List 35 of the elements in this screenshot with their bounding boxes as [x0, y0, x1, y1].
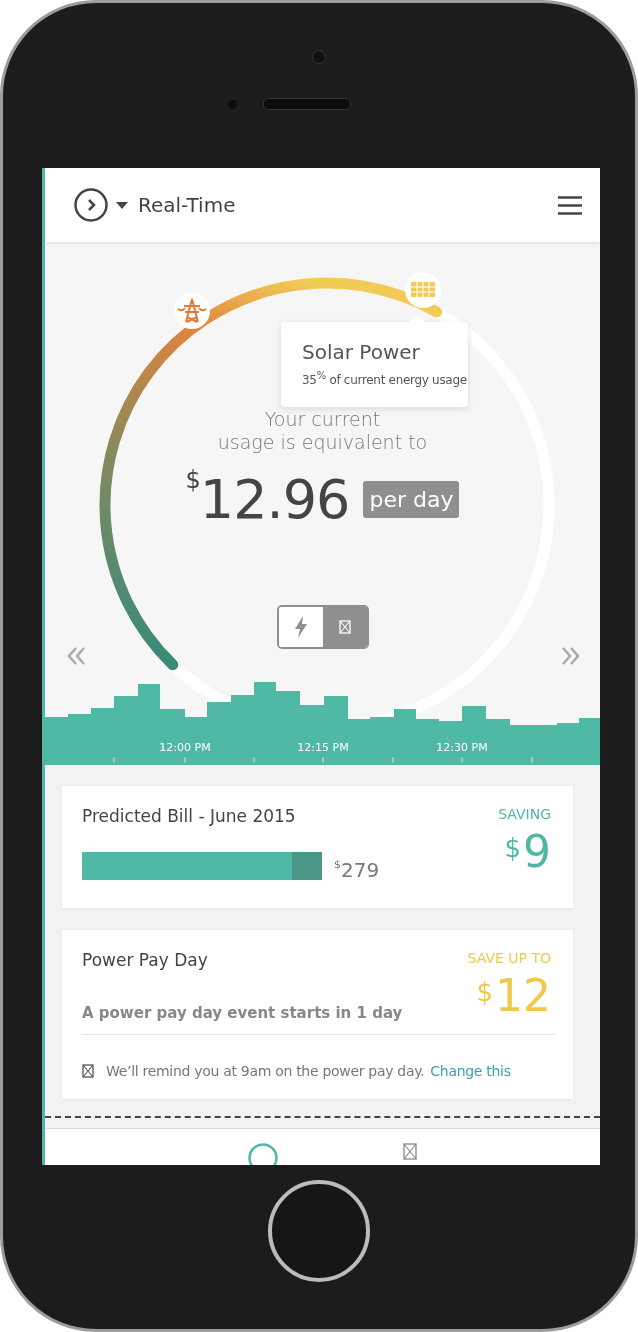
lightning-icon — [294, 616, 307, 638]
change-link[interactable]: Change this — [430, 1063, 511, 1079]
home-button[interactable] — [267, 1179, 371, 1283]
circle-nav-icon[interactable] — [247, 1143, 278, 1165]
card-title: Power Pay Day — [82, 950, 208, 970]
menu-icon[interactable] — [558, 195, 582, 215]
next-icon[interactable] — [561, 647, 580, 665]
screen-title: Real-Time — [138, 193, 237, 217]
mode-option[interactable] — [322, 607, 367, 647]
tooltip-title: Solar Power — [302, 340, 421, 364]
period-label: per day — [363, 481, 460, 518]
time-label: 12:30 PM — [436, 741, 488, 754]
usage-amount: $^{$}$12.96 — [185, 468, 350, 531]
time-label: 12:15 PM — [297, 741, 349, 754]
crossed-box-icon — [338, 620, 351, 634]
card-title: Predicted Bill - June 2015 — [82, 806, 296, 826]
chevron-circle-icon[interactable] — [74, 188, 108, 222]
save-label: SAVE UP TO — [467, 950, 551, 966]
event-description: A power pay day event starts in 1 day — [82, 1004, 404, 1022]
crossed-box-icon[interactable] — [403, 1143, 418, 1160]
time-label: 12:00 PM — [159, 741, 211, 754]
tooltip-text: 35$^{%}$ of current energy usage — [302, 370, 468, 387]
caret-icon[interactable] — [116, 201, 128, 209]
mode-option[interactable] — [278, 607, 323, 647]
bill-amount: $^{$}$279 — [334, 858, 380, 882]
usage-caption: Your current — [264, 408, 381, 431]
usage-caption: usage is equivalent to — [217, 431, 428, 454]
pylon-icon[interactable] — [174, 293, 210, 329]
save-amount: $^{$}$12 — [476, 972, 551, 1020]
saving-amount: $^{$}$9 — [504, 828, 551, 876]
previous-icon[interactable] — [67, 647, 86, 665]
saving-label: SAVING — [498, 806, 551, 822]
camera-lens — [312, 50, 326, 64]
reminder-text: We’ll remind you at 9am on the power pay day. Change this — [106, 1063, 511, 1079]
crossed-box-icon — [82, 1064, 94, 1078]
